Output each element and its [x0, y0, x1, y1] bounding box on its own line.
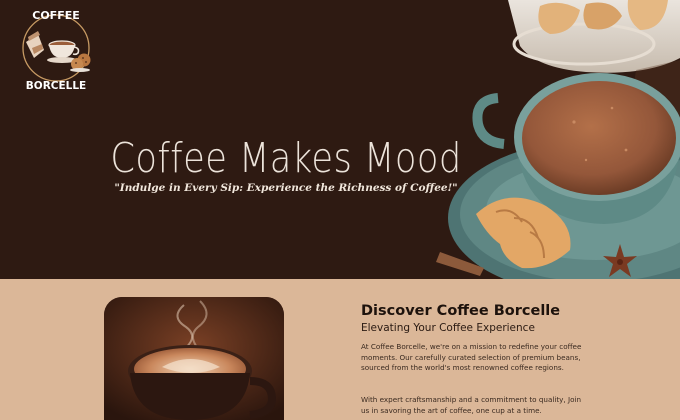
- latte-photo: [104, 297, 284, 420]
- about-subtitle: Elevating Your Coffee Experience: [361, 322, 535, 334]
- coffee-borcelle-logo[interactable]: COFFEE BORCELLE: [10, 4, 102, 96]
- about-paragraph-2: With expert craftsmanship and a commitme…: [361, 395, 582, 415]
- cookies-icon: [70, 53, 91, 72]
- coffee-cup-hero-image: [436, 0, 680, 279]
- about-paragraph-1: At Coffee Borcelle, we're on a mission t…: [361, 342, 582, 373]
- logo-bottom-text: BORCELLE: [26, 80, 86, 92]
- hero-section: COFFEE BORCELLE Coffee Makes Mood "Indul…: [0, 0, 680, 279]
- cookie-jar-icon: [508, 0, 680, 73]
- takeaway-cup-icon: [26, 31, 44, 58]
- about-title: Discover Coffee Borcelle: [361, 303, 561, 319]
- logo-top-text: COFFEE: [32, 9, 79, 22]
